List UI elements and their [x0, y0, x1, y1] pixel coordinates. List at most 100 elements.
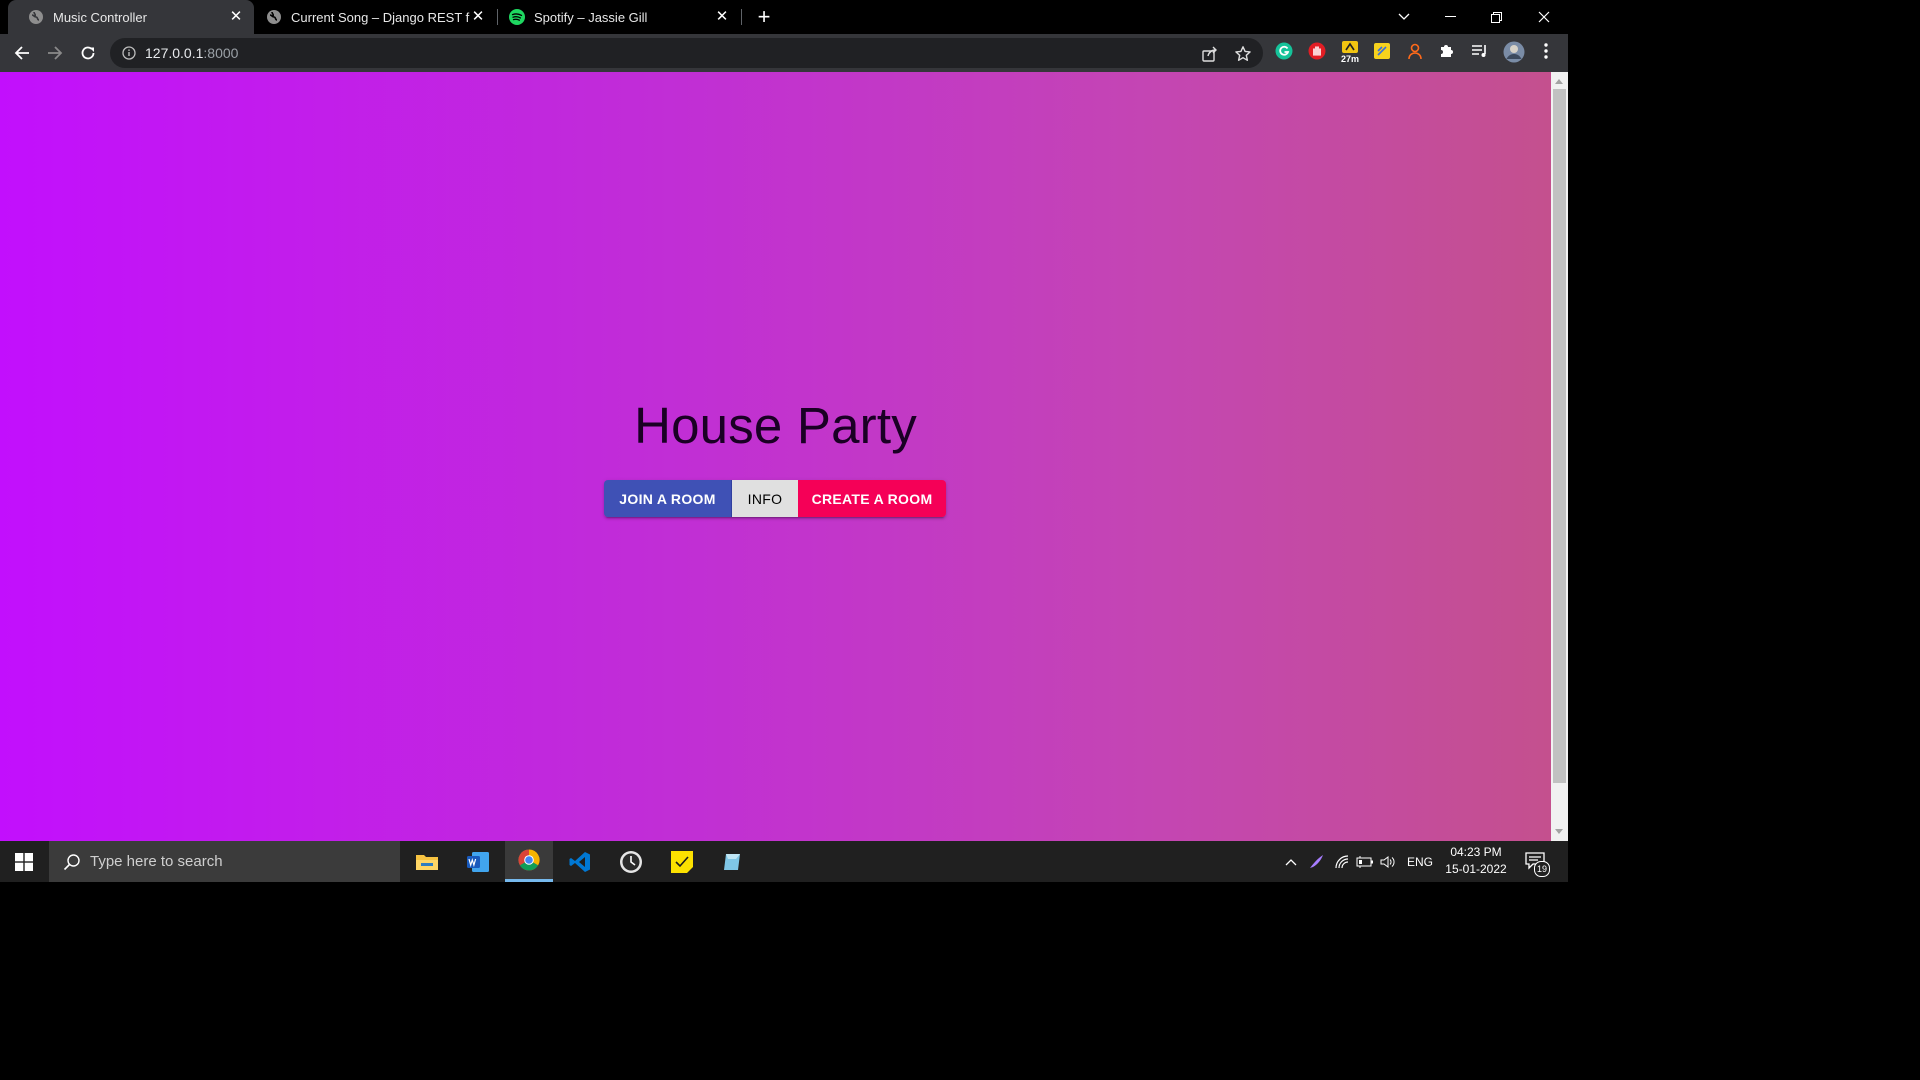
stop-extension-icon[interactable] [1308, 42, 1326, 60]
taskbar-clock-app[interactable] [607, 841, 655, 882]
notes-extension-icon[interactable] [1373, 42, 1391, 60]
chrome-icon [518, 849, 540, 871]
create-room-button[interactable]: CREATE A ROOM [798, 480, 946, 517]
info-icon[interactable] [122, 46, 136, 60]
vscode-icon [569, 851, 590, 872]
back-button[interactable] [10, 41, 34, 65]
url-host: 127.0.0.1 [145, 45, 204, 61]
taskbar-sticky-notes[interactable] [658, 841, 706, 882]
page-scrollbar[interactable] [1551, 72, 1568, 841]
arrow-left-icon [14, 46, 29, 60]
windows-logo-icon [15, 852, 33, 871]
close-icon [1538, 11, 1550, 23]
reload-button[interactable] [76, 41, 100, 65]
tab-search-button[interactable] [1381, 0, 1427, 34]
pen-tray-icon-button[interactable] [1305, 841, 1327, 882]
taskbar-vscode[interactable] [556, 841, 604, 882]
tab-title: Music Controller [53, 9, 147, 25]
grammarly-icon [1275, 42, 1293, 60]
taskbar-word[interactable] [454, 841, 502, 882]
scroll-down-arrow[interactable] [1555, 829, 1563, 834]
tab-divider [741, 9, 742, 25]
url-port: :8000 [203, 45, 239, 61]
chevron-up-icon [1285, 858, 1297, 865]
tab-music-controller[interactable]: Music Controller ✕ [8, 0, 254, 34]
home-button-group: JOIN A ROOM INFO CREATE A ROOM [604, 480, 946, 517]
word-icon [467, 851, 489, 872]
browser-toolbar: 127.0.0.1:8000 27m [0, 34, 1568, 72]
person-icon [1408, 43, 1422, 60]
spotify-icon [509, 9, 525, 25]
taskbar-clock[interactable]: 04:23 PM 15-01-2022 [1436, 844, 1516, 878]
wifi-tray-button[interactable] [1331, 841, 1353, 882]
battery-icon [1356, 855, 1373, 868]
feather-pen-icon [1310, 854, 1323, 868]
browser-menu-button[interactable] [1537, 42, 1555, 60]
url-text[interactable]: 127.0.0.1:8000 [145, 45, 238, 61]
close-tab-icon[interactable]: ✕ [228, 9, 244, 25]
timer-extension-icon[interactable]: 27m [1340, 38, 1360, 66]
avatar-icon [1503, 41, 1525, 63]
wifi-icon [1335, 854, 1349, 868]
snip-icon [724, 853, 740, 870]
bookmark-star-icon[interactable] [1234, 45, 1252, 63]
scrollbar-thumb[interactable] [1553, 89, 1566, 783]
folder-icon [416, 854, 438, 870]
close-window-button[interactable] [1521, 0, 1567, 34]
taskbar-snip-app[interactable] [708, 841, 756, 882]
taskbar-file-explorer[interactable] [403, 841, 451, 882]
extensions-button[interactable] [1438, 42, 1456, 60]
clock-date: 15-01-2022 [1445, 862, 1507, 876]
forward-button[interactable] [43, 41, 67, 65]
browser-tab-strip: Music Controller ✕ Current Song – Django… [0, 0, 1568, 34]
battery-tray-button[interactable] [1354, 841, 1376, 882]
page-content: House Party JOIN A ROOM INFO CREATE A RO… [0, 72, 1551, 841]
restore-button[interactable] [1473, 0, 1519, 34]
share-icon[interactable] [1201, 45, 1219, 63]
address-bar[interactable]: 127.0.0.1:8000 [110, 38, 1263, 68]
tab-current-song[interactable]: Current Song – Django REST fram ✕ [254, 0, 496, 34]
taskbar-chrome[interactable] [505, 841, 553, 882]
kebab-menu-icon [1544, 43, 1548, 59]
tab-spotify[interactable]: Spotify – Jassie Gill ✕ [498, 0, 740, 34]
puzzle-icon [1441, 45, 1453, 57]
language-indicator[interactable]: ENG [1402, 841, 1438, 882]
new-tab-button[interactable]: + [753, 5, 775, 29]
profile-avatar[interactable] [1503, 41, 1525, 63]
extension-badge: 27m [1340, 54, 1359, 64]
info-button[interactable]: INFO [732, 480, 798, 517]
volume-tray-button[interactable] [1377, 841, 1399, 882]
media-control-button[interactable] [1471, 42, 1489, 60]
speaker-icon [1380, 855, 1395, 868]
join-room-button[interactable]: JOIN A ROOM [604, 480, 732, 517]
start-button[interactable] [0, 841, 48, 882]
show-hidden-icons-button[interactable] [1280, 841, 1302, 882]
globe-icon [267, 10, 281, 24]
minimize-button[interactable] [1427, 0, 1473, 34]
globe-icon [29, 10, 43, 24]
sticky-notes-icon [671, 850, 693, 873]
search-placeholder: Type here to search [90, 853, 223, 870]
action-center-button[interactable]: 19 [1522, 849, 1550, 877]
arrow-right-icon [48, 46, 63, 60]
grammarly-extension-icon[interactable] [1275, 42, 1293, 60]
tab-title: Spotify – Jassie Gill [534, 9, 648, 25]
close-tab-icon[interactable]: ✕ [714, 9, 730, 25]
restore-icon [1490, 11, 1502, 23]
notes-icon [1374, 43, 1390, 59]
chevron-down-icon [1398, 13, 1410, 20]
reload-icon [81, 46, 95, 60]
notification-count-badge: 19 [1534, 861, 1550, 877]
playlist-icon [1472, 45, 1486, 57]
clock-icon [620, 850, 642, 873]
close-tab-icon[interactable]: ✕ [470, 9, 486, 25]
windows-taskbar: Type here to search ENG 04:23 PM 15-01-2… [0, 841, 1568, 882]
search-icon [63, 854, 80, 871]
clock-time: 04:23 PM [1450, 845, 1502, 859]
minimize-icon [1444, 16, 1456, 17]
tab-title: Current Song – Django REST fram [291, 9, 470, 25]
person-extension-icon[interactable] [1406, 42, 1424, 60]
page-title: House Party [634, 397, 917, 454]
scroll-up-arrow[interactable] [1555, 79, 1563, 84]
taskbar-search-box[interactable]: Type here to search [49, 841, 400, 882]
